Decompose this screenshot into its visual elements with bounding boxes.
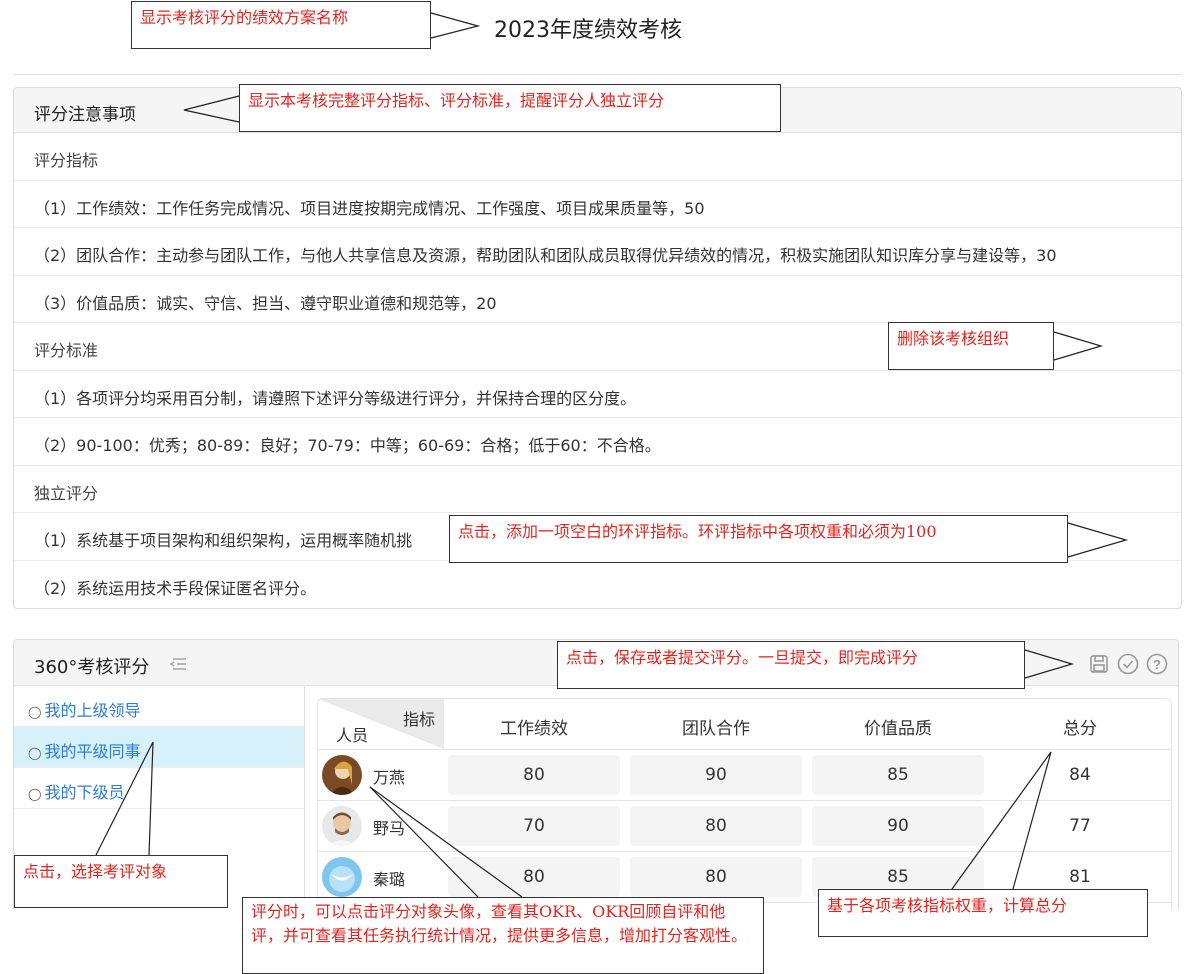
annotation-callout: 删除该考核组织 xyxy=(888,322,1054,370)
person-avatar[interactable] xyxy=(322,806,362,846)
total-score: 81 xyxy=(1069,867,1091,887)
table-row: 野马 70 80 90 77 xyxy=(318,801,1171,852)
sidebar-item-subordinates[interactable]: ◯ 我的下级员 xyxy=(14,768,304,809)
notes-section-title: 独立评分 xyxy=(14,466,1181,513)
table-header-row: 指标 人员 工作绩效 团队合作 价值品质 总分 xyxy=(318,699,1171,750)
user-group-icon: ◯ xyxy=(28,746,42,760)
collapse-icon[interactable] xyxy=(169,656,187,672)
sidebar-item-label: 我的上级领导 xyxy=(44,701,141,720)
user-group-icon: ◯ xyxy=(28,787,42,801)
annotation-callout: 点击，选择考评对象 xyxy=(14,855,228,908)
sidebar-item-peers[interactable]: ◯ 我的平级同事 xyxy=(14,727,304,768)
score-input[interactable]: 80 xyxy=(448,857,620,897)
annotation-callout: 显示本考核完整评分指标、评分标准，提醒评分人独立评分 xyxy=(239,84,781,132)
table-row: 万燕 80 90 85 84 xyxy=(318,750,1171,801)
score-input[interactable]: 90 xyxy=(630,755,802,795)
score-table: 指标 人员 工作绩效 团队合作 价值品质 总分 万燕 80 90 85 84 野… xyxy=(317,698,1172,910)
sidebar-item-label: 我的下级员 xyxy=(44,783,125,802)
page-title: 2023年度绩效考核 xyxy=(494,18,682,43)
score-input[interactable]: 80 xyxy=(448,755,620,795)
annotation-callout: 显示考核评分的绩效方案名称 xyxy=(131,1,431,49)
notes-section-title: 评分指标 xyxy=(14,133,1181,181)
notes-item: （2）团队合作：主动参与团队工作，与他人共享信息及资源，帮助团队和团队成员取得优… xyxy=(14,228,1181,276)
notes-item: （3）价值品质：诚实、守信、担当、遵守职业道德和规范等，20 xyxy=(14,276,1181,323)
column-header: 团队合作 xyxy=(682,719,750,739)
corner-header: 指标 人员 xyxy=(318,699,444,749)
total-score: 77 xyxy=(1069,816,1091,836)
score-input[interactable]: 80 xyxy=(630,857,802,897)
notes-item: （1）工作绩效：工作任务完成情况、项目进度按期完成情况、工作强度、项目成果质量等… xyxy=(14,181,1181,228)
sidebar-item-label: 我的平级同事 xyxy=(44,742,141,761)
person-name: 万燕 xyxy=(373,768,406,787)
divider xyxy=(13,74,1181,75)
annotation-callout: 点击，保存或者提交评分。一旦提交，即完成评分 xyxy=(557,641,1025,689)
score-input[interactable]: 85 xyxy=(812,755,984,795)
notes-item: （1）各项评分均采用百分制，请遵照下述评分等级进行评分，并保持合理的区分度。 xyxy=(14,371,1181,418)
score-input[interactable]: 80 xyxy=(630,806,802,846)
submit-check-icon[interactable] xyxy=(1117,653,1139,675)
evaluation-title: 360°考核评分 xyxy=(34,657,150,678)
column-header: 总分 xyxy=(1063,719,1097,739)
person-name: 秦璐 xyxy=(373,870,406,889)
corner-indicator-label: 指标 xyxy=(402,710,435,729)
annotation-callout: 点击，添加一项空白的环评指标。环评指标中各项权重和必须为100 xyxy=(449,515,1068,563)
notes-item: （2）系统运用技术手段保证匿名评分。 xyxy=(34,578,317,598)
total-score: 84 xyxy=(1069,765,1091,785)
person-avatar[interactable] xyxy=(322,857,362,897)
notes-item: （2）90-100：优秀；80-89：良好；70-79：中等；60-69：合格；… xyxy=(14,418,1181,466)
corner-person-label: 人员 xyxy=(336,726,369,745)
annotation-callout: 评分时，可以点击评分对象头像，查看其OKR、OKR回顾自评和他评，并可查看其任务… xyxy=(242,897,764,974)
help-icon[interactable]: ? xyxy=(1146,653,1168,675)
person-name: 野马 xyxy=(373,819,406,838)
sidebar-item-superiors[interactable]: ◯ 我的上级领导 xyxy=(14,686,304,727)
column-header: 工作绩效 xyxy=(500,719,568,739)
save-icon[interactable] xyxy=(1088,653,1110,675)
annotation-callout: 基于各项考核指标权重，计算总分 xyxy=(818,889,1148,937)
person-avatar[interactable] xyxy=(322,755,362,795)
score-input[interactable]: 70 xyxy=(448,806,620,846)
column-header: 价值品质 xyxy=(864,719,932,739)
user-group-icon: ◯ xyxy=(28,705,42,719)
header-actions: ? xyxy=(1088,653,1168,675)
score-input[interactable]: 90 xyxy=(812,806,984,846)
svg-text:?: ? xyxy=(1153,657,1161,672)
